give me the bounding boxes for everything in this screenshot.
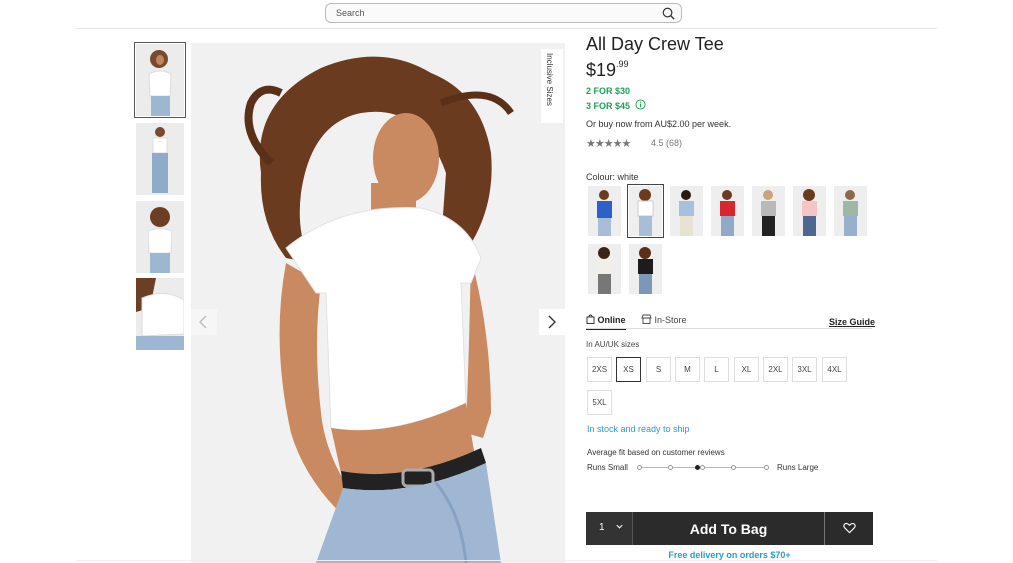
colour-swatch-light-blue[interactable] <box>670 186 703 236</box>
tabs-divider <box>586 328 872 329</box>
colour-swatch-red[interactable] <box>711 186 744 236</box>
main-product-image: Inclusive Sizes <box>191 43 565 563</box>
chevron-left-icon <box>199 315 207 329</box>
product-price: $19.99 <box>586 59 629 81</box>
heart-icon <box>843 522 856 534</box>
footer-divider <box>76 560 937 561</box>
bag-icon <box>586 314 595 324</box>
add-to-bag-button[interactable]: Add To Bag <box>634 512 823 545</box>
search-icon[interactable] <box>661 6 676 21</box>
size-option[interactable]: L <box>704 357 729 382</box>
promo-offer: 2 FOR $30 <box>586 86 631 96</box>
gallery-thumbnail[interactable] <box>136 123 184 195</box>
size-option[interactable]: 2XL <box>763 357 788 382</box>
store-icon <box>641 314 652 324</box>
tab-online-label: Online <box>597 315 626 325</box>
colour-swatch-black[interactable] <box>629 244 662 294</box>
product-title: All Day Crew Tee <box>586 34 724 54</box>
free-delivery-text: Free delivery on orders $70+ <box>668 550 791 560</box>
fit-title: Average fit based on customer reviews <box>587 448 725 457</box>
colour-swatch-sage[interactable] <box>834 186 867 236</box>
fit-scale-dot <box>764 465 769 470</box>
fit-scale-dot <box>731 465 736 470</box>
gallery-thumbnail[interactable] <box>136 201 184 273</box>
fit-runs-small: Runs Small <box>587 463 628 472</box>
promo-offer: 3 FOR $45 <box>586 101 631 111</box>
gallery-thumbnail[interactable] <box>134 42 186 118</box>
gallery-thumbnail[interactable] <box>136 278 184 350</box>
rating-stars-icon[interactable]: ★★★★★ <box>586 137 631 150</box>
size-option[interactable]: 4XL <box>822 357 847 382</box>
size-option-selected[interactable]: XS <box>616 357 641 382</box>
gallery-next-button[interactable] <box>539 309 565 335</box>
fit-runs-large: Runs Large <box>777 463 819 472</box>
fit-scale-dot <box>637 465 642 470</box>
header-divider <box>76 28 937 29</box>
inclusive-sizes-tag[interactable]: Inclusive Sizes <box>541 49 563 123</box>
search-bar[interactable]: Search <box>325 3 682 23</box>
size-option[interactable]: 2XS <box>587 357 612 382</box>
tab-in-store-label: In-Store <box>654 315 687 325</box>
afterpay-text: Or buy now from AU$2.00 per week. <box>586 119 732 129</box>
size-option[interactable]: M <box>675 357 700 382</box>
quantity-value: 1 <box>599 522 605 533</box>
colour-swatch-grey[interactable] <box>752 186 785 236</box>
size-option[interactable]: S <box>646 357 671 382</box>
fit-scale-dot <box>668 465 673 470</box>
info-icon[interactable] <box>635 99 646 110</box>
gallery-prev-button[interactable] <box>191 309 217 335</box>
colour-swatch-blue[interactable] <box>588 186 621 236</box>
search-input[interactable]: Search <box>336 8 365 18</box>
fit-scale-dot <box>700 465 705 470</box>
inclusive-sizes-label: Inclusive Sizes <box>545 53 554 106</box>
size-guide-link[interactable]: Size Guide <box>829 317 875 327</box>
colour-label: Colour: white <box>586 172 639 182</box>
chevron-right-icon <box>548 315 556 329</box>
stock-status: In stock and ready to ship <box>587 424 690 434</box>
add-to-bag-bar: 1 Add To Bag <box>586 512 873 545</box>
rating-count[interactable]: 4.5 (68) <box>651 138 682 148</box>
quantity-select[interactable]: 1 <box>586 512 633 545</box>
tab-in-store[interactable]: In-Store <box>641 314 687 325</box>
colour-swatch-white[interactable] <box>627 184 664 238</box>
wishlist-button[interactable] <box>824 512 873 545</box>
sizes-label: In AU/UK sizes <box>586 340 640 349</box>
size-option[interactable]: 3XL <box>792 357 817 382</box>
price-dollars: $19 <box>586 60 617 80</box>
colour-swatch-cream[interactable] <box>588 244 621 294</box>
size-option[interactable]: 5XL <box>587 390 612 415</box>
colour-swatch-pink[interactable] <box>793 186 826 236</box>
size-option[interactable]: XL <box>734 357 759 382</box>
chevron-down-icon <box>616 524 623 529</box>
price-cents: .99 <box>616 59 629 69</box>
